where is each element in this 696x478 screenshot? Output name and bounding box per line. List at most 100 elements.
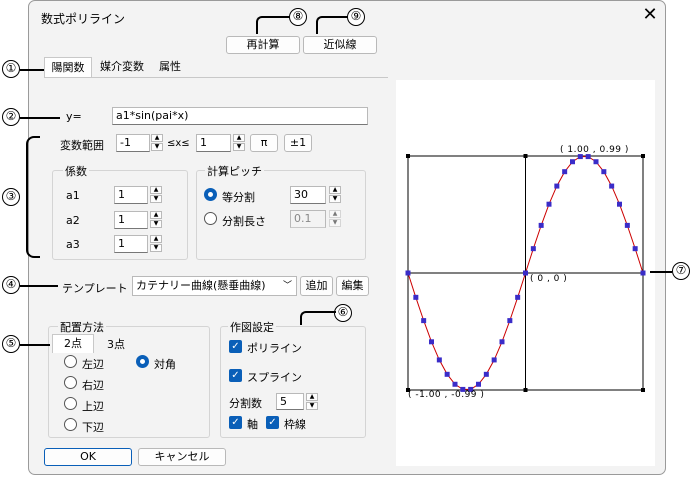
spline-checkbox[interactable]: ✓ bbox=[229, 369, 242, 382]
plot-point bbox=[452, 381, 458, 387]
placement-tab-3pt[interactable]: 3点 bbox=[96, 336, 136, 354]
spline-label: スプライン bbox=[247, 371, 302, 384]
plot-point bbox=[444, 371, 450, 377]
range-max-input[interactable]: 1 bbox=[196, 134, 231, 152]
annotation-6: ⑥ bbox=[334, 304, 352, 322]
ok-button[interactable]: OK bbox=[44, 448, 132, 466]
pitch-title: 計算ピッチ bbox=[205, 163, 264, 179]
coef-a3-spinner[interactable]: ▲ ▼ bbox=[150, 235, 162, 253]
range-label: 変数範囲 bbox=[60, 139, 104, 152]
coef-title: 係数 bbox=[63, 163, 89, 179]
plot-frame-handle bbox=[641, 154, 645, 158]
annotation-8-line bbox=[256, 16, 290, 34]
annotation-5: ⑤ bbox=[2, 335, 20, 353]
plot-point bbox=[640, 270, 646, 276]
annotation-7-line bbox=[650, 271, 672, 273]
placement-tab-2pt[interactable]: 2点 bbox=[52, 334, 94, 353]
plot-point bbox=[601, 169, 607, 175]
placement-right-label: 右辺 bbox=[82, 379, 104, 392]
plot-point bbox=[515, 294, 521, 300]
coef-a2-spinner[interactable]: ▲ ▼ bbox=[150, 211, 162, 229]
placement-left-radio[interactable] bbox=[64, 355, 77, 368]
plus-minus-one-button[interactable]: ±1 bbox=[284, 134, 312, 152]
plot-point bbox=[570, 159, 575, 165]
div-count-spinner[interactable]: ▲ ▼ bbox=[306, 393, 318, 410]
pitch-equal-label: 等分割 bbox=[222, 191, 255, 204]
tab-parametric[interactable]: 媒介変数 bbox=[94, 57, 150, 77]
plot-svg bbox=[405, 154, 646, 392]
plot-frame-handle bbox=[523, 388, 528, 392]
coef-a2-input[interactable]: 1 bbox=[114, 211, 148, 229]
annotation-9: ⑨ bbox=[347, 8, 365, 26]
pitch-length-radio[interactable] bbox=[204, 212, 217, 225]
pitch-equal-radio[interactable] bbox=[204, 188, 217, 201]
axis-label: 軸 bbox=[247, 418, 258, 431]
range-max-spinner[interactable]: ▲ ▼ bbox=[233, 134, 245, 152]
template-label: テンプレート bbox=[62, 282, 128, 295]
annotation-2-line bbox=[20, 117, 60, 119]
tab-attributes[interactable]: 属性 bbox=[152, 57, 188, 77]
formula-input[interactable]: a1*sin(pai*x) bbox=[112, 107, 368, 125]
plot-point bbox=[546, 201, 552, 207]
annotation-8: ⑧ bbox=[289, 8, 307, 26]
div-count-label: 分割数 bbox=[229, 397, 262, 410]
placement-bottom-radio[interactable] bbox=[64, 418, 77, 431]
annotation-4-line bbox=[20, 285, 58, 287]
placement-diag-radio[interactable] bbox=[136, 355, 149, 368]
template-select[interactable]: カテナリー曲線(懸垂曲線) ﹀ bbox=[132, 276, 297, 296]
annotation-3: ③ bbox=[2, 188, 20, 206]
plot-frame-handle bbox=[641, 388, 645, 392]
pitch-length-spinner[interactable]: ▲ ▼ bbox=[329, 210, 341, 228]
frame-checkbox[interactable]: ✓ bbox=[266, 416, 279, 429]
placement-top-radio[interactable] bbox=[64, 397, 77, 410]
annotation-2: ② bbox=[2, 108, 20, 126]
template-edit-button[interactable]: 編集 bbox=[336, 276, 369, 296]
pi-button[interactable]: π bbox=[250, 134, 278, 152]
plot-point bbox=[562, 169, 568, 175]
coef-a1-input[interactable]: 1 bbox=[114, 186, 148, 204]
plot-point bbox=[476, 381, 481, 387]
div-count-input[interactable]: 5 bbox=[276, 393, 304, 410]
close-icon[interactable]: ✕ bbox=[640, 5, 660, 25]
placement-title: 配置方法 bbox=[58, 319, 106, 335]
frame-label: 枠線 bbox=[284, 418, 306, 431]
tab-explicit[interactable]: 陽関数 bbox=[44, 57, 92, 78]
plot-point bbox=[483, 371, 489, 377]
plot-point bbox=[491, 357, 497, 363]
polyline-checkbox[interactable]: ✓ bbox=[229, 340, 242, 353]
plot-max-label: ( 1.00 , 0.99 ) bbox=[560, 145, 629, 155]
coef-a3-input[interactable]: 1 bbox=[114, 235, 148, 253]
plot-point bbox=[593, 159, 599, 165]
range-min-spinner[interactable]: ▲ ▼ bbox=[151, 134, 163, 152]
axis-checkbox[interactable]: ✓ bbox=[229, 416, 242, 429]
plot-point bbox=[554, 183, 560, 189]
chevron-down-icon: ﹀ bbox=[282, 281, 292, 291]
approx-line-button[interactable]: 近似線 bbox=[303, 36, 377, 54]
plot-point bbox=[436, 357, 442, 363]
tab-divider bbox=[44, 77, 388, 78]
cancel-button[interactable]: キャンセル bbox=[138, 448, 226, 466]
pitch-length-label: 分割長さ bbox=[222, 215, 266, 228]
pitch-equal-input[interactable]: 30 bbox=[290, 186, 326, 204]
template-add-button[interactable]: 追加 bbox=[300, 276, 333, 296]
plot-point bbox=[632, 246, 638, 252]
plot-point bbox=[429, 339, 434, 345]
recalc-button[interactable]: 再計算 bbox=[226, 36, 300, 54]
placement-right-radio[interactable] bbox=[64, 376, 77, 389]
coef-a2-label: a2 bbox=[66, 214, 80, 227]
range-min-input[interactable]: -1 bbox=[116, 134, 150, 152]
pitch-length-input[interactable]: 0.1 bbox=[290, 210, 326, 228]
plot-point bbox=[507, 318, 513, 324]
coef-a1-spinner[interactable]: ▲ ▼ bbox=[150, 186, 162, 204]
annotation-5-line bbox=[20, 344, 50, 346]
plot-point bbox=[530, 246, 536, 252]
plot-point bbox=[617, 201, 622, 207]
formula-label: y= bbox=[66, 110, 82, 123]
placement-left-label: 左辺 bbox=[82, 358, 104, 371]
placement-top-label: 上辺 bbox=[82, 400, 104, 413]
pitch-equal-spinner[interactable]: ▲ ▼ bbox=[329, 186, 341, 204]
placement-diag-label: 対角 bbox=[154, 358, 176, 371]
annotation-4: ④ bbox=[2, 276, 20, 294]
plot-point bbox=[609, 183, 615, 189]
placement-bottom-label: 下辺 bbox=[82, 421, 104, 434]
